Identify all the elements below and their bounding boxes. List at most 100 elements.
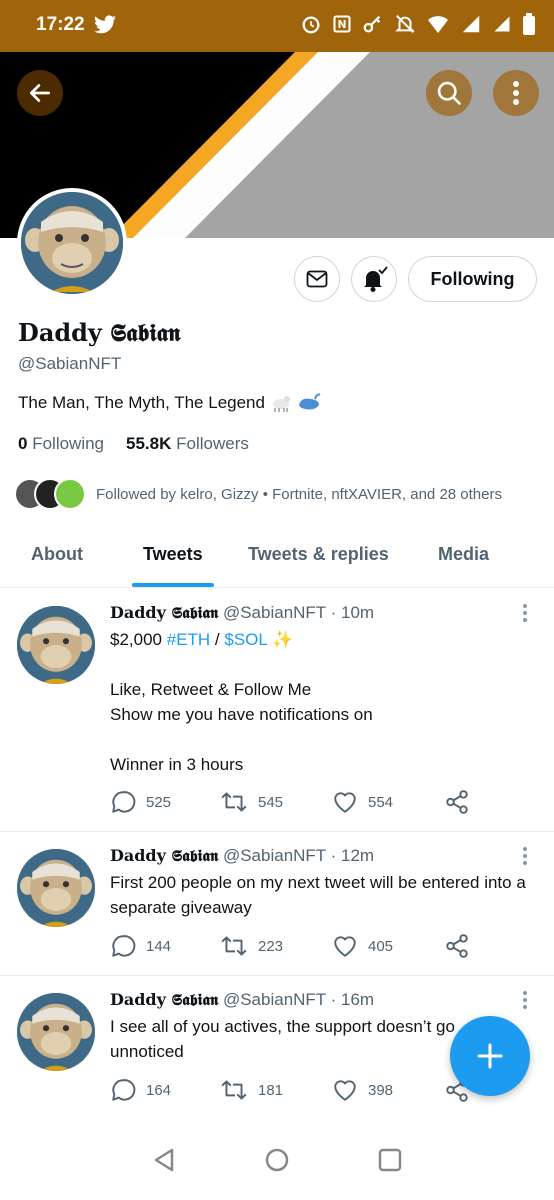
status-bar: 17:22 N [0, 0, 554, 52]
tab-tweets[interactable]: Tweets [143, 544, 203, 565]
whale-emoji-icon [298, 393, 321, 410]
mute-bell-icon [395, 15, 415, 33]
nfc-icon: N [333, 15, 351, 33]
tweet[interactable]: Daddy 𝕾𝖆𝖇𝖎𝖆𝖓 @SabianNFT · 10m $2,000 #ET… [0, 589, 554, 832]
tweet-avatar[interactable] [17, 606, 95, 684]
battery-icon [523, 13, 535, 35]
reply-count: 525 [146, 793, 172, 811]
tweet-avatar[interactable] [17, 993, 95, 1071]
compose-tweet-button[interactable] [450, 1016, 530, 1096]
like-button[interactable]: 398 [332, 1077, 444, 1103]
tab-media[interactable]: Media [438, 544, 489, 565]
followed-by-row[interactable]: Followed by kelro, Gizzy • Fortnite, nft… [14, 478, 502, 510]
profile-avatar[interactable] [17, 188, 127, 298]
tab-about[interactable]: About [31, 544, 83, 565]
following-button[interactable]: Following [408, 256, 537, 302]
active-tab-indicator [132, 583, 214, 587]
tweet-text: $2,000 #ETH / $SOL ✨ Like, Retweet & Fol… [110, 627, 530, 777]
ape-avatar-image [17, 993, 95, 1071]
like-count: 405 [368, 937, 394, 955]
profile-handle: @SabianNFT [18, 354, 122, 373]
ape-avatar-image [21, 192, 123, 294]
compose-plus-icon [477, 1043, 503, 1069]
share-icon [446, 934, 468, 958]
profile-name: Daddy 𝕾𝖆𝖇𝖎𝖆𝖓 [18, 318, 181, 347]
tweet-actions: 164 181 398 [110, 1077, 470, 1103]
tweet-more-icon[interactable] [520, 990, 530, 1010]
tweet-avatar[interactable] [17, 849, 95, 927]
tab-tweets-replies[interactable]: Tweets & replies [248, 544, 389, 565]
tweet-time: · 12m [330, 846, 375, 865]
followers-stat[interactable]: 55.8K Followers [126, 434, 249, 454]
tweet-more-icon[interactable] [520, 846, 530, 866]
retweet-button[interactable]: 545 [220, 789, 332, 815]
followers-label: Followers [176, 434, 249, 453]
reply-button[interactable]: 144 [110, 933, 220, 959]
tweet-author[interactable]: Daddy 𝕾𝖆𝖇𝖎𝖆𝖓 [110, 603, 218, 622]
share-icon [446, 790, 468, 814]
like-icon [334, 1080, 356, 1101]
nav-back-icon[interactable] [150, 1146, 178, 1174]
tweet-text-part: Like, Retweet & Follow Me Show me you ha… [110, 680, 373, 774]
cashtag-link[interactable]: $SOL [224, 630, 267, 649]
tweet[interactable]: Daddy 𝕾𝖆𝖇𝖎𝖆𝖓 @SabianNFT · 12m First 200 … [0, 832, 554, 976]
retweet-icon [221, 792, 247, 812]
message-button[interactable] [294, 256, 340, 302]
tweet-header: Daddy 𝕾𝖆𝖇𝖎𝖆𝖓 @SabianNFT · 16m [110, 990, 374, 1010]
tweet-text: First 200 people on my next tweet will b… [110, 873, 531, 917]
retweet-icon [221, 936, 247, 956]
retweet-count: 223 [258, 937, 284, 955]
ape-avatar-image [17, 606, 95, 684]
tweet-handle: @SabianNFT [222, 603, 326, 622]
following-stat[interactable]: 0 Following [18, 434, 104, 454]
sparkles-emoji-icon: ✨ [271, 630, 294, 649]
back-arrow-icon [29, 84, 51, 102]
retweet-button[interactable]: 223 [220, 933, 332, 959]
like-button[interactable]: 405 [332, 933, 444, 959]
follower-avatar [54, 478, 86, 510]
more-options-button[interactable] [493, 70, 539, 116]
tweet-more-icon[interactable] [520, 603, 530, 623]
tweet-text-part: / [210, 630, 225, 649]
followed-by-text: Followed by kelro, Gizzy • Fortnite, nft… [96, 485, 502, 503]
wifi-icon [428, 16, 448, 33]
reply-button[interactable]: 525 [110, 789, 220, 815]
retweet-button[interactable]: 181 [220, 1077, 332, 1103]
nav-home-icon[interactable] [263, 1146, 291, 1174]
tweet-header: Daddy 𝕾𝖆𝖇𝖎𝖆𝖓 @SabianNFT · 10m [110, 603, 374, 623]
tweet-actions: 525 545 554 [110, 789, 470, 815]
reply-icon [112, 935, 136, 957]
profile-stats: 0 Following 55.8K Followers [18, 434, 249, 454]
goat-emoji-icon [272, 396, 290, 412]
like-count: 554 [368, 793, 394, 811]
tweet-author[interactable]: Daddy 𝕾𝖆𝖇𝖎𝖆𝖓 [110, 990, 218, 1009]
like-count: 398 [368, 1081, 394, 1099]
tweet-text-part: $2,000 [110, 630, 167, 649]
tweet-author[interactable]: Daddy 𝕾𝖆𝖇𝖎𝖆𝖓 [110, 846, 218, 865]
tweet-time: · 16m [330, 990, 375, 1009]
bio-text: The Man, The Myth, The Legend [18, 393, 265, 412]
search-button[interactable] [426, 70, 472, 116]
tweet-handle: @SabianNFT [222, 990, 326, 1009]
nav-recents-icon[interactable] [376, 1146, 404, 1174]
status-time: 17:22 [36, 14, 85, 35]
search-icon [437, 81, 461, 105]
reply-icon [112, 791, 136, 813]
status-icons: N [300, 12, 536, 36]
reply-button[interactable]: 164 [110, 1077, 220, 1103]
share-button[interactable] [444, 789, 470, 815]
share-button[interactable] [444, 933, 470, 959]
reply-count: 164 [146, 1081, 172, 1099]
tweet-header: Daddy 𝕾𝖆𝖇𝖎𝖆𝖓 @SabianNFT · 12m [110, 846, 374, 866]
ape-avatar-image [17, 849, 95, 927]
like-icon [334, 936, 356, 957]
back-button[interactable] [17, 70, 63, 116]
twitter-bird-icon [94, 15, 116, 34]
like-button[interactable]: 554 [332, 789, 444, 815]
hashtag-link[interactable]: #ETH [167, 630, 210, 649]
retweet-icon [221, 1080, 247, 1100]
notifications-button[interactable] [351, 256, 397, 302]
signal2-icon [494, 16, 510, 32]
profile-bio: The Man, The Myth, The Legend [18, 393, 321, 413]
retweet-count: 181 [258, 1081, 284, 1099]
